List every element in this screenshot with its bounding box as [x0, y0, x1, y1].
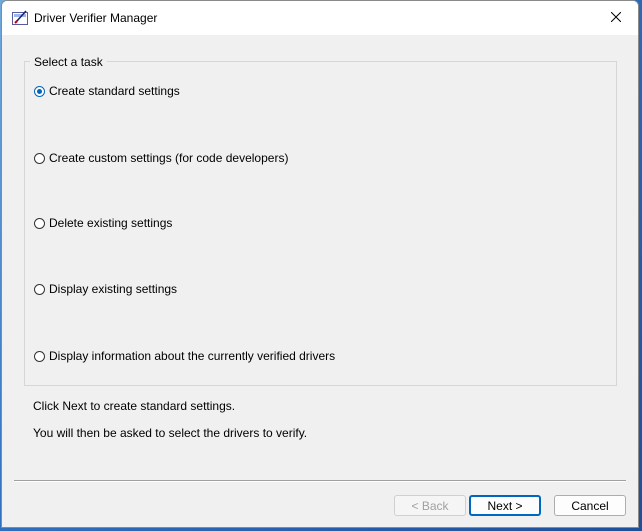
radio-button[interactable] [34, 217, 45, 229]
separator [14, 480, 626, 482]
driver-verifier-icon [12, 10, 29, 26]
radio-label: Delete existing settings [49, 216, 173, 230]
back-button[interactable]: < Back [394, 495, 466, 516]
next-button[interactable]: Next > [469, 495, 541, 516]
close-icon [610, 11, 622, 25]
groupbox-label: Select a task [30, 55, 107, 69]
radio-create-standard[interactable]: Create standard settings [34, 84, 180, 98]
radio-button-checked[interactable] [34, 85, 45, 97]
radio-label: Create custom settings (for code develop… [49, 151, 289, 165]
radio-button[interactable] [34, 283, 45, 295]
radio-label: Display information about the currently … [49, 349, 336, 363]
info-text-1: Click Next to create standard settings. [33, 399, 236, 413]
info-text-2: You will then be asked to select the dri… [33, 426, 308, 440]
title-bar[interactable]: Driver Verifier Manager [2, 1, 638, 35]
radio-create-custom[interactable]: Create custom settings (for code develop… [34, 151, 288, 165]
cancel-button[interactable]: Cancel [554, 495, 626, 516]
radio-button[interactable] [34, 152, 45, 164]
radio-label: Display existing settings [49, 282, 178, 296]
radio-delete-existing[interactable]: Delete existing settings [34, 216, 172, 230]
radio-display-existing[interactable]: Display existing settings [34, 282, 177, 296]
window-title: Driver Verifier Manager [34, 11, 158, 25]
radio-label: Create standard settings [49, 84, 180, 98]
radio-button[interactable] [34, 350, 45, 362]
radio-display-info[interactable]: Display information about the currently … [34, 349, 335, 363]
close-button[interactable] [594, 1, 638, 35]
